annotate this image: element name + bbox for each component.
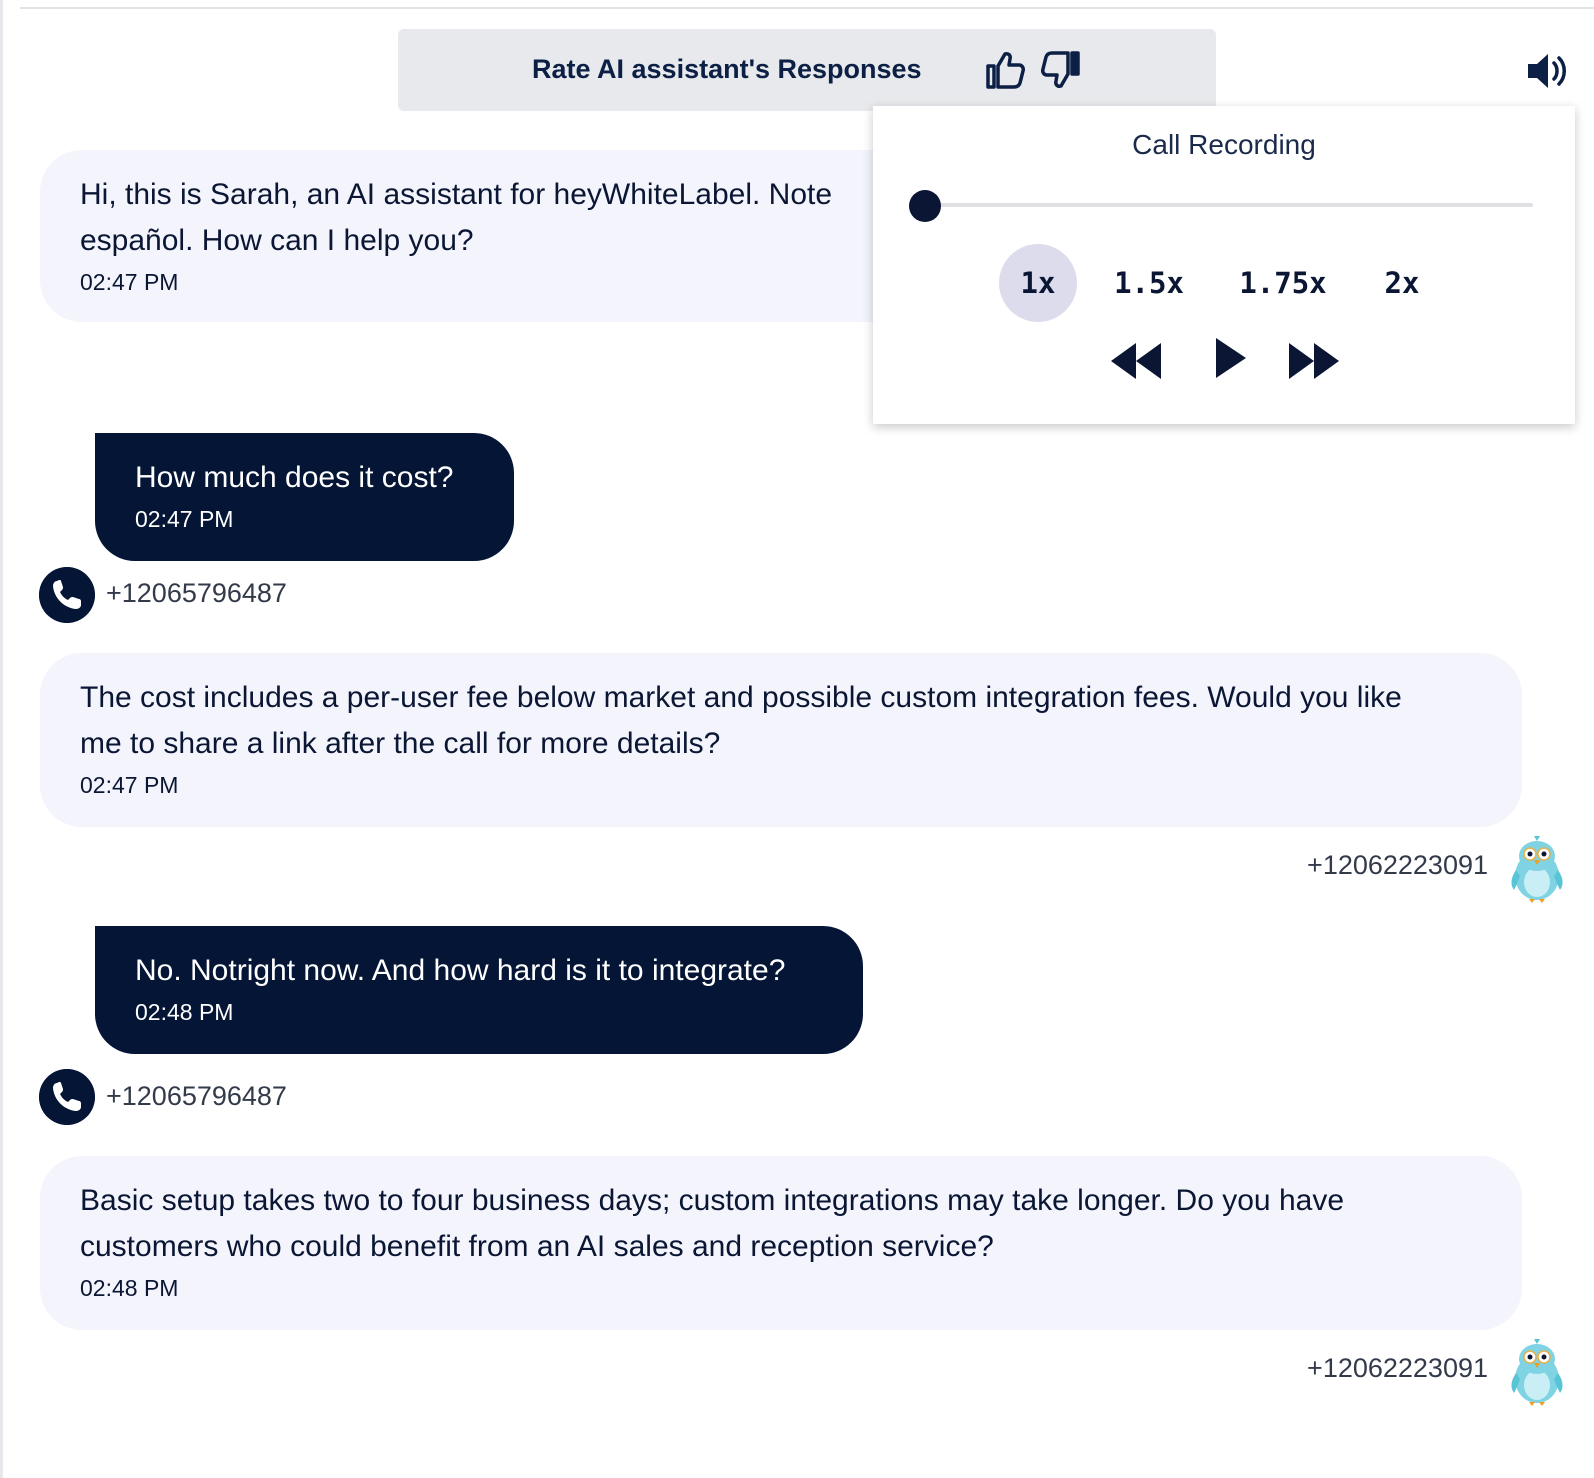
message-line: Basic setup takes two to four business d… bbox=[80, 1184, 1344, 1217]
message-text: Basic setup takes two to four business d… bbox=[80, 1178, 1482, 1270]
message-line: The cost includes a per-user fee below m… bbox=[80, 681, 1402, 714]
call-recording-title: Call Recording bbox=[1132, 129, 1316, 160]
message-text: No. Notright now. And how hard is it to … bbox=[135, 954, 786, 987]
speed-option-1-5x[interactable]: 1.5x bbox=[1105, 244, 1193, 322]
message-text: The cost includes a per-user fee below m… bbox=[80, 675, 1482, 767]
top-divider bbox=[20, 7, 1594, 9]
rate-responses-bar: Rate AI assistant's Responses bbox=[398, 29, 1216, 111]
phone-icon bbox=[39, 567, 95, 623]
speed-option-1x[interactable]: 1x bbox=[999, 244, 1077, 322]
rate-responses-title: Rate AI assistant's Responses bbox=[532, 54, 922, 84]
speaker-volume-icon[interactable] bbox=[1526, 50, 1570, 92]
message-timestamp: 02:48 PM bbox=[135, 999, 234, 1025]
assistant-message: Basic setup takes two to four business d… bbox=[40, 1156, 1522, 1330]
assistant-message: The cost includes a per-user fee below m… bbox=[40, 653, 1522, 827]
phone-icon bbox=[39, 1069, 95, 1125]
message-line: me to share a link after the call for mo… bbox=[80, 727, 721, 760]
bird-avatar-icon bbox=[1511, 1339, 1563, 1406]
caller-phone-number: +12065796487 bbox=[106, 578, 287, 608]
thumbs-up-icon[interactable] bbox=[984, 49, 1026, 91]
caller-message: No. Notright now. And how hard is it to … bbox=[95, 926, 863, 1054]
playback-progress-handle[interactable] bbox=[909, 190, 941, 222]
message-timestamp: 02:47 PM bbox=[80, 269, 179, 295]
caller-phone-number: +12065796487 bbox=[106, 1081, 287, 1111]
message-line: customers who could benefit from an AI s… bbox=[80, 1230, 994, 1263]
message-timestamp: 02:48 PM bbox=[80, 1275, 179, 1301]
play-icon[interactable] bbox=[1212, 334, 1250, 382]
speed-option-1-75x[interactable]: 1.75x bbox=[1230, 244, 1336, 322]
bird-avatar-icon bbox=[1511, 836, 1563, 903]
caller-message: How much does it cost? 02:47 PM bbox=[95, 433, 514, 561]
left-border bbox=[0, 0, 3, 1478]
assistant-phone-number: +12062223091 bbox=[1307, 1353, 1488, 1383]
speed-option-2x[interactable]: 2x bbox=[1377, 244, 1427, 322]
playback-progress-track[interactable] bbox=[925, 203, 1533, 207]
assistant-phone-number: +12062223091 bbox=[1307, 850, 1488, 880]
message-text: How much does it cost? bbox=[135, 461, 454, 494]
thumbs-down-icon[interactable] bbox=[1040, 49, 1082, 91]
message-timestamp: 02:47 PM bbox=[80, 772, 179, 798]
fast-forward-icon[interactable] bbox=[1287, 339, 1341, 383]
rewind-icon[interactable] bbox=[1109, 339, 1163, 383]
message-timestamp: 02:47 PM bbox=[135, 506, 234, 532]
call-recording-panel: Call Recording 1x 1.5x 1.75x 2x bbox=[873, 106, 1575, 424]
